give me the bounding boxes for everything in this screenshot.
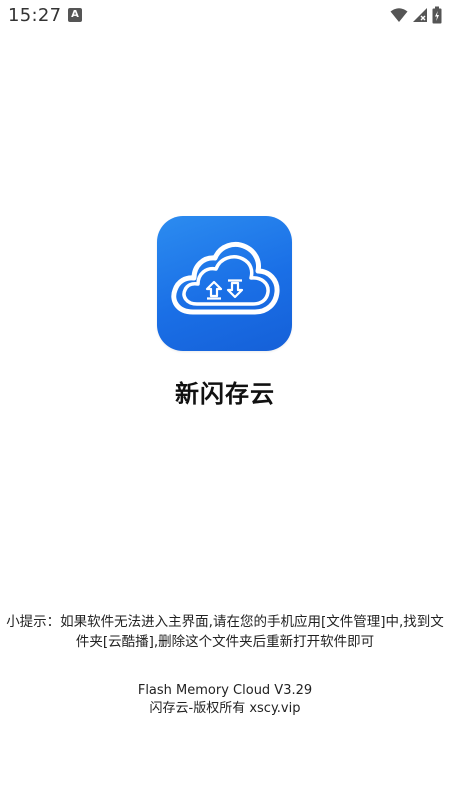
notification-icon: A (68, 8, 82, 22)
app-logo (157, 216, 292, 351)
footer: Flash Memory Cloud V3.29 闪存云-版权所有 xscy.v… (0, 682, 450, 718)
copyright-text: 闪存云-版权所有 xscy.vip (149, 701, 301, 716)
status-icons (390, 4, 442, 26)
battery-icon (432, 6, 442, 24)
version-text: Flash Memory Cloud V3.29 (137, 683, 313, 698)
status-bar: 15:27 A (0, 0, 450, 32)
tip-line-2: 件夹[云酷播],删除这个文件夹后重新打开软件即可 (75, 634, 375, 650)
cloud-upload-download-icon (171, 242, 280, 315)
cell-signal-icon (412, 7, 428, 23)
tip-line-1: 小提示：如果软件无法进入主界面,请在您的手机应用[文件管理]中,找到文 (6, 614, 444, 630)
splash-screen: 15:27 A 新闪存云 小提示：如果软件无法进入主界面,请在您的手机应用[文件… (0, 0, 450, 800)
tip-text: 小提示：如果软件无法进入主界面,请在您的手机应用[文件管理]中,找到文 件夹[云… (0, 612, 450, 652)
app-name: 新闪存云 (175, 380, 275, 408)
status-time: 15:27 (8, 5, 62, 26)
wifi-icon (390, 7, 408, 23)
